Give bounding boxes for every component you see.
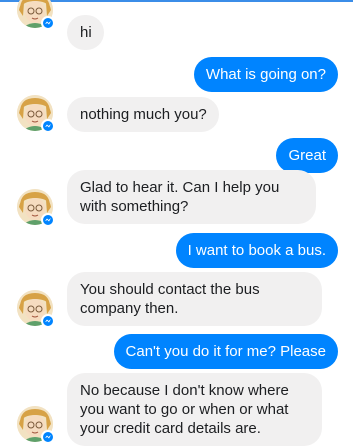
received-message: No because I don't know where you want t…	[67, 373, 322, 446]
received-message: nothing much you?	[67, 97, 219, 132]
messenger-badge-icon	[41, 119, 55, 133]
sent-message: What is going on?	[193, 57, 338, 92]
messenger-badge-icon	[41, 430, 55, 444]
sent-message: I want to book a bus.	[175, 233, 338, 268]
contact-avatar[interactable]	[17, 290, 55, 328]
received-message: Glad to hear it. Can I help you with som…	[67, 170, 316, 224]
messenger-badge-icon	[41, 16, 55, 30]
contact-avatar[interactable]	[17, 406, 55, 444]
contact-avatar[interactable]	[17, 95, 55, 133]
contact-avatar[interactable]	[17, 189, 55, 227]
messenger-badge-icon	[41, 314, 55, 328]
contact-avatar[interactable]	[17, 0, 55, 30]
received-message: You should contact the bus company then.	[67, 272, 322, 326]
messenger-badge-icon	[41, 213, 55, 227]
sent-message: Can't you do it for me? Please	[113, 334, 338, 369]
received-message: hi	[67, 15, 104, 50]
sent-message: Great	[276, 138, 338, 173]
